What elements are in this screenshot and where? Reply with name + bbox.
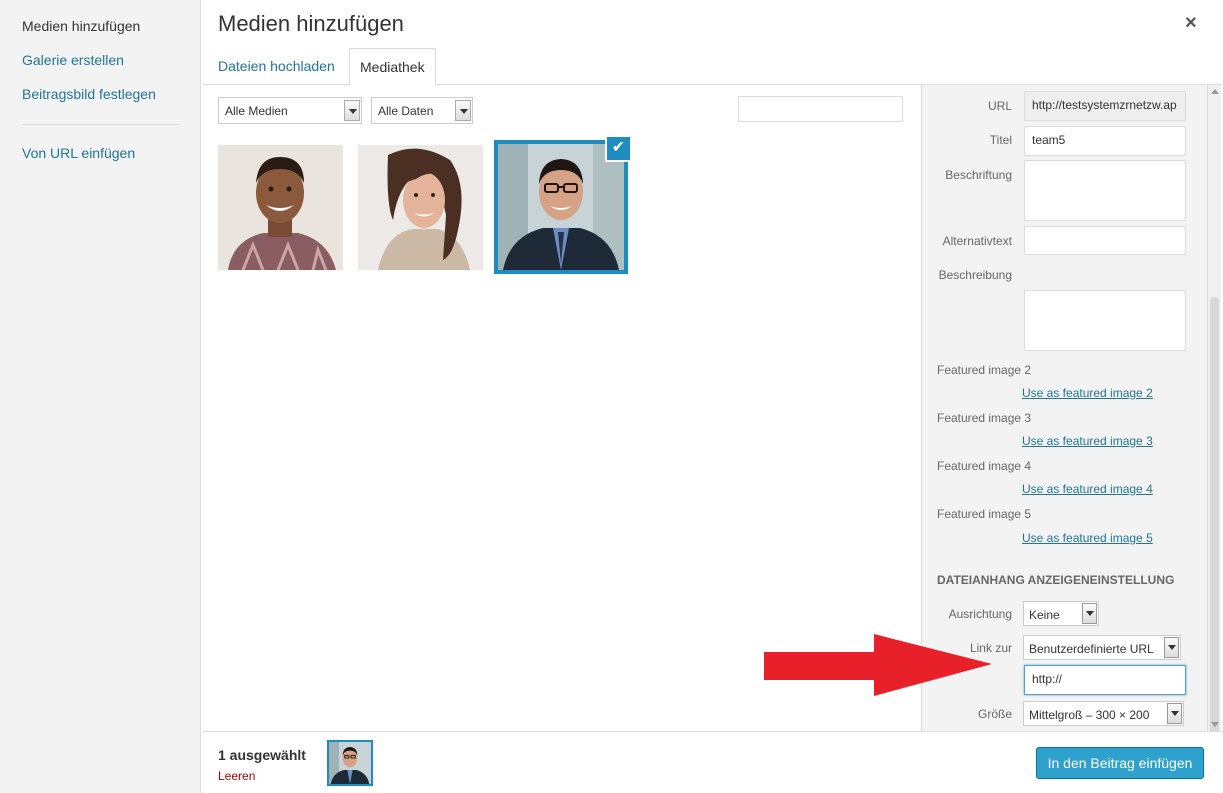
- menu-item-set-featured-image[interactable]: Beitragsbild festlegen: [22, 86, 156, 102]
- sidebar-scrollbar[interactable]: [1207, 85, 1221, 791]
- portrait-man-glasses-icon: [498, 144, 624, 270]
- alignment-label: Ausrichtung: [948, 607, 1012, 621]
- chevron-down-icon: [344, 100, 360, 121]
- title-field[interactable]: team5: [1024, 126, 1186, 156]
- date-filter-value: Alle Daten: [378, 104, 434, 118]
- chevron-down-icon: [1082, 603, 1097, 624]
- date-filter[interactable]: Alle Daten: [371, 97, 473, 124]
- featured-image-5-link[interactable]: Use as featured image 5: [1022, 531, 1153, 545]
- menu-separator: [22, 124, 180, 125]
- chevron-down-icon: [1167, 703, 1182, 724]
- chevron-down-icon: [1164, 637, 1179, 658]
- description-label: Beschreibung: [938, 268, 1012, 282]
- caption-field[interactable]: [1024, 160, 1186, 221]
- alt-text-field[interactable]: [1024, 226, 1186, 255]
- caption-label: Beschriftung: [945, 168, 1012, 182]
- menu-item-add-media[interactable]: Medien hinzufügen: [22, 18, 140, 34]
- alt-text-label: Alternativtext: [942, 234, 1012, 248]
- featured-image-3-link[interactable]: Use as featured image 3: [1022, 434, 1153, 448]
- featured-image-4-label: Featured image 4: [937, 459, 1032, 473]
- selection-count: 1 ausgewählt: [218, 747, 306, 763]
- chevron-down-icon: [455, 100, 471, 121]
- annotation-arrow-icon: [764, 634, 992, 696]
- link-to-select-value: Benutzerdefinierte URL: [1029, 642, 1154, 656]
- featured-image-5-label: Featured image 5: [937, 507, 1032, 521]
- url-field[interactable]: http://testsystemzrnetzw.ap: [1024, 91, 1186, 121]
- alignment-select[interactable]: Keine: [1023, 601, 1099, 626]
- size-select-value: Mittelgroß – 300 × 200: [1029, 708, 1150, 722]
- search-input[interactable]: [738, 96, 903, 122]
- portrait-woman-icon: [358, 145, 483, 270]
- portrait-man-glasses-icon: [329, 742, 371, 784]
- tab-upload-files[interactable]: Dateien hochladen: [208, 48, 345, 85]
- close-icon[interactable]: ×: [1185, 12, 1197, 35]
- check-icon[interactable]: ✔: [605, 135, 632, 162]
- scrollbar-thumb[interactable]: [1210, 297, 1219, 791]
- media-modal-menu: Medien hinzufügen Galerie erstellen Beit…: [0, 0, 201, 793]
- portrait-man-icon: [218, 145, 343, 270]
- attachment-thumbnail[interactable]: [358, 145, 483, 270]
- description-field[interactable]: [1024, 290, 1186, 351]
- display-settings-heading: Dateianhang Anzeigeneinstellung: [937, 573, 1175, 587]
- scroll-up-icon[interactable]: [1211, 89, 1219, 94]
- featured-image-2-label: Featured image 2: [937, 363, 1032, 377]
- size-select[interactable]: Mittelgroß – 300 × 200: [1023, 701, 1184, 726]
- router-tabs: Dateien hochladen Mediathek: [202, 48, 1222, 86]
- tab-media-library[interactable]: Mediathek: [349, 48, 436, 86]
- insert-into-post-button[interactable]: In den Beitrag einfügen: [1036, 747, 1204, 779]
- modal-title: Medien hinzufügen: [218, 11, 404, 36]
- featured-image-3-label: Featured image 3: [937, 411, 1032, 425]
- featured-image-4-link[interactable]: Use as featured image 4: [1022, 482, 1153, 496]
- featured-image-2-link[interactable]: Use as featured image 2: [1022, 386, 1153, 400]
- size-label: Größe: [977, 707, 1012, 721]
- link-url-input[interactable]: http://: [1024, 665, 1186, 695]
- media-type-filter-value: Alle Medien: [225, 104, 288, 118]
- link-to-select[interactable]: Benutzerdefinierte URL: [1023, 635, 1181, 660]
- media-type-filter[interactable]: Alle Medien: [218, 97, 362, 124]
- attachment-thumbnail[interactable]: [218, 145, 343, 270]
- menu-item-create-gallery[interactable]: Galerie erstellen: [22, 52, 124, 68]
- menu-item-insert-from-url[interactable]: Von URL einfügen: [22, 145, 135, 161]
- title-label: Titel: [989, 133, 1012, 147]
- scroll-down-icon[interactable]: [1211, 722, 1219, 727]
- url-label: URL: [987, 99, 1012, 113]
- clear-selection-link[interactable]: Leeren: [218, 769, 255, 783]
- selection-thumbnail[interactable]: [327, 740, 373, 786]
- alignment-select-value: Keine: [1029, 608, 1060, 622]
